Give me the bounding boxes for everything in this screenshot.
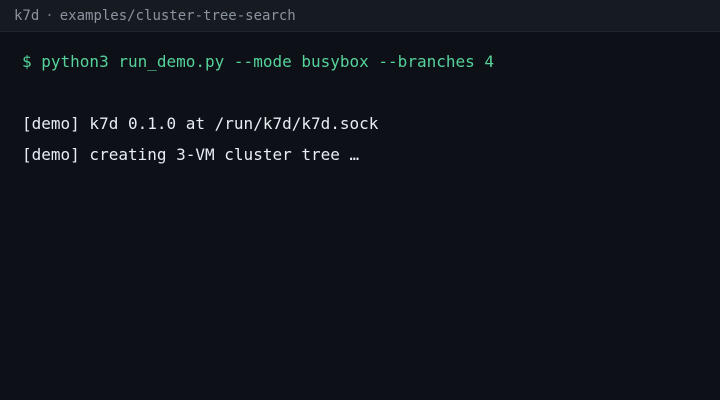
window-title-path: examples/cluster-tree-search xyxy=(59,7,296,24)
output-line-version: [demo] k7d 0.1.0 at /run/k7d/k7d.sock xyxy=(22,114,379,133)
command-line: $ python3 run_demo.py --mode busybox --b… xyxy=(22,52,495,71)
terminal-window: k7d · examples/cluster-tree-search $ pyt… xyxy=(0,0,720,400)
terminal-output[interactable]: $ python3 run_demo.py --mode busybox --b… xyxy=(0,32,720,400)
window-title-app: k7d xyxy=(14,7,40,24)
output-line-creating: [demo] creating 3-VM cluster tree … xyxy=(22,145,360,164)
title-separator: · xyxy=(45,7,54,24)
title-bar: k7d · examples/cluster-tree-search xyxy=(0,0,720,32)
